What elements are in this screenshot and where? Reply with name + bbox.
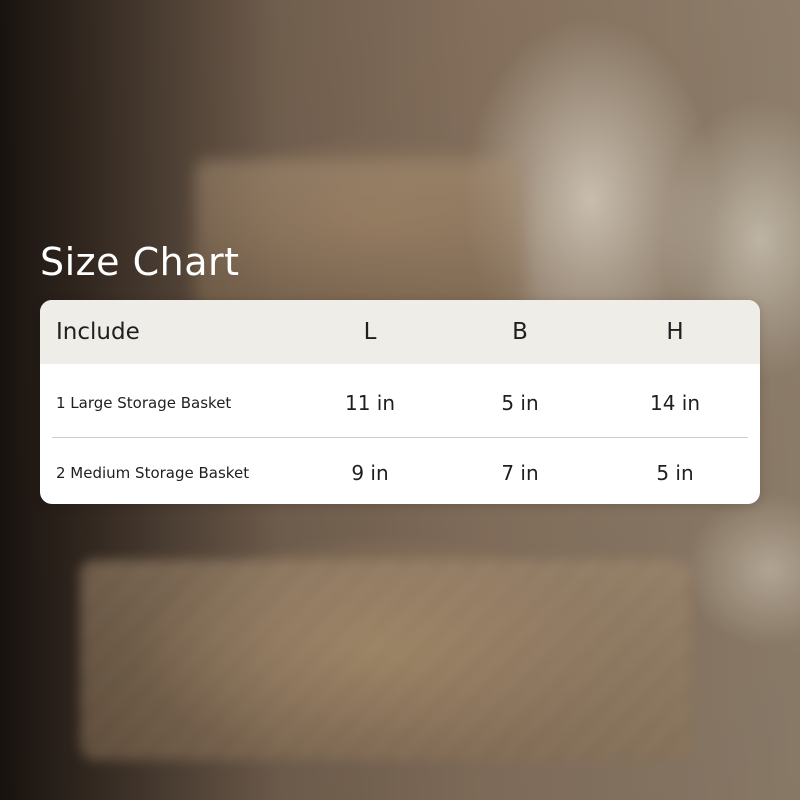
table-row: 1 Large Storage Basket 11 in 5 in 14 in <box>40 368 760 438</box>
length-value: 9 in <box>351 461 389 485</box>
item-name: 2 Medium Storage Basket <box>56 464 250 482</box>
page-title: Size Chart <box>40 240 240 284</box>
breadth-value: 5 in <box>501 391 539 415</box>
header-include: Include <box>56 319 140 345</box>
height-value: 5 in <box>656 461 694 485</box>
length-value: 11 in <box>344 391 396 415</box>
header-breadth: B <box>512 319 528 345</box>
breadth-value: 7 in <box>501 461 539 485</box>
height-value: 14 in <box>649 391 701 415</box>
header-height: H <box>666 319 684 345</box>
item-name: 1 Large Storage Basket <box>56 394 232 412</box>
size-chart-table: Include L B H 1 Large Storage Basket 11 … <box>40 300 760 504</box>
table-header-row: Include L B H <box>40 300 760 364</box>
header-length: L <box>363 319 377 345</box>
table-row: 2 Medium Storage Basket 9 in 7 in 5 in <box>40 438 760 504</box>
